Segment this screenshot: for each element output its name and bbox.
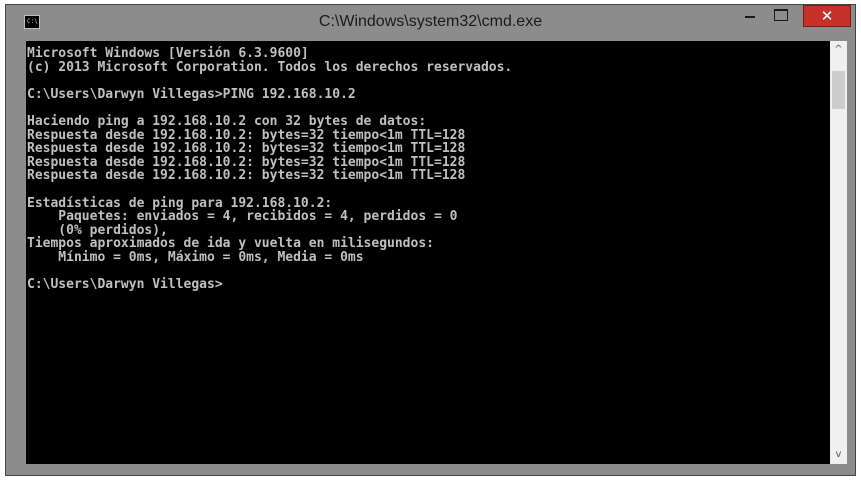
console-line: Respuesta desde 192.168.10.2: bytes=32 t… (27, 127, 466, 143)
console-line: Tiempos aproximados de ida y vuelta en m… (27, 236, 434, 252)
console-line: Respuesta desde 192.168.10.2: bytes=32 t… (27, 154, 466, 170)
scroll-down-arrow-icon[interactable]: v (830, 447, 847, 464)
title-bar[interactable]: C:\ C:\Windows\system32\cmd.exe ✕ (6, 5, 855, 41)
console-line: C:\Users\Darwyn Villegas>PING 192.168.10… (27, 86, 356, 102)
console-line: Haciendo ping a 192.168.10.2 con 32 byte… (27, 113, 427, 129)
close-button[interactable]: ✕ (803, 5, 851, 27)
cmd-window: C:\ C:\Windows\system32\cmd.exe ✕ Micros… (5, 4, 856, 476)
console-line: C:\Users\Darwyn Villegas> (27, 277, 223, 293)
vertical-scrollbar[interactable]: ^ v (830, 41, 847, 464)
minimize-button[interactable] (736, 5, 764, 27)
console-line: Respuesta desde 192.168.10.2: bytes=32 t… (27, 168, 466, 184)
console-line: Mínimo = 0ms, Máximo = 0ms, Media = 0ms (27, 249, 364, 265)
scroll-up-arrow-icon[interactable]: ^ (830, 41, 847, 58)
console-line: (0% perdidos), (27, 222, 168, 238)
console-line: Paquetes: enviados = 4, recibidos = 4, p… (27, 209, 458, 225)
scroll-thumb[interactable] (832, 71, 845, 109)
console-line: Estadísticas de ping para 192.168.10.2: (27, 195, 333, 211)
console-line: Respuesta desde 192.168.10.2: bytes=32 t… (27, 141, 466, 157)
close-icon: ✕ (820, 7, 834, 25)
console-line: (c) 2013 Microsoft Corporation. Todos lo… (27, 59, 513, 75)
console-area[interactable]: Microsoft Windows [Versión 6.3.9600] (c) … (26, 41, 830, 464)
console-output: Microsoft Windows [Versión 6.3.9600] (c) … (26, 41, 830, 292)
window-title: C:\Windows\system32\cmd.exe (318, 13, 543, 30)
maximize-button[interactable] (766, 5, 796, 27)
console-line: Microsoft Windows [Versión 6.3.9600] (27, 46, 309, 61)
